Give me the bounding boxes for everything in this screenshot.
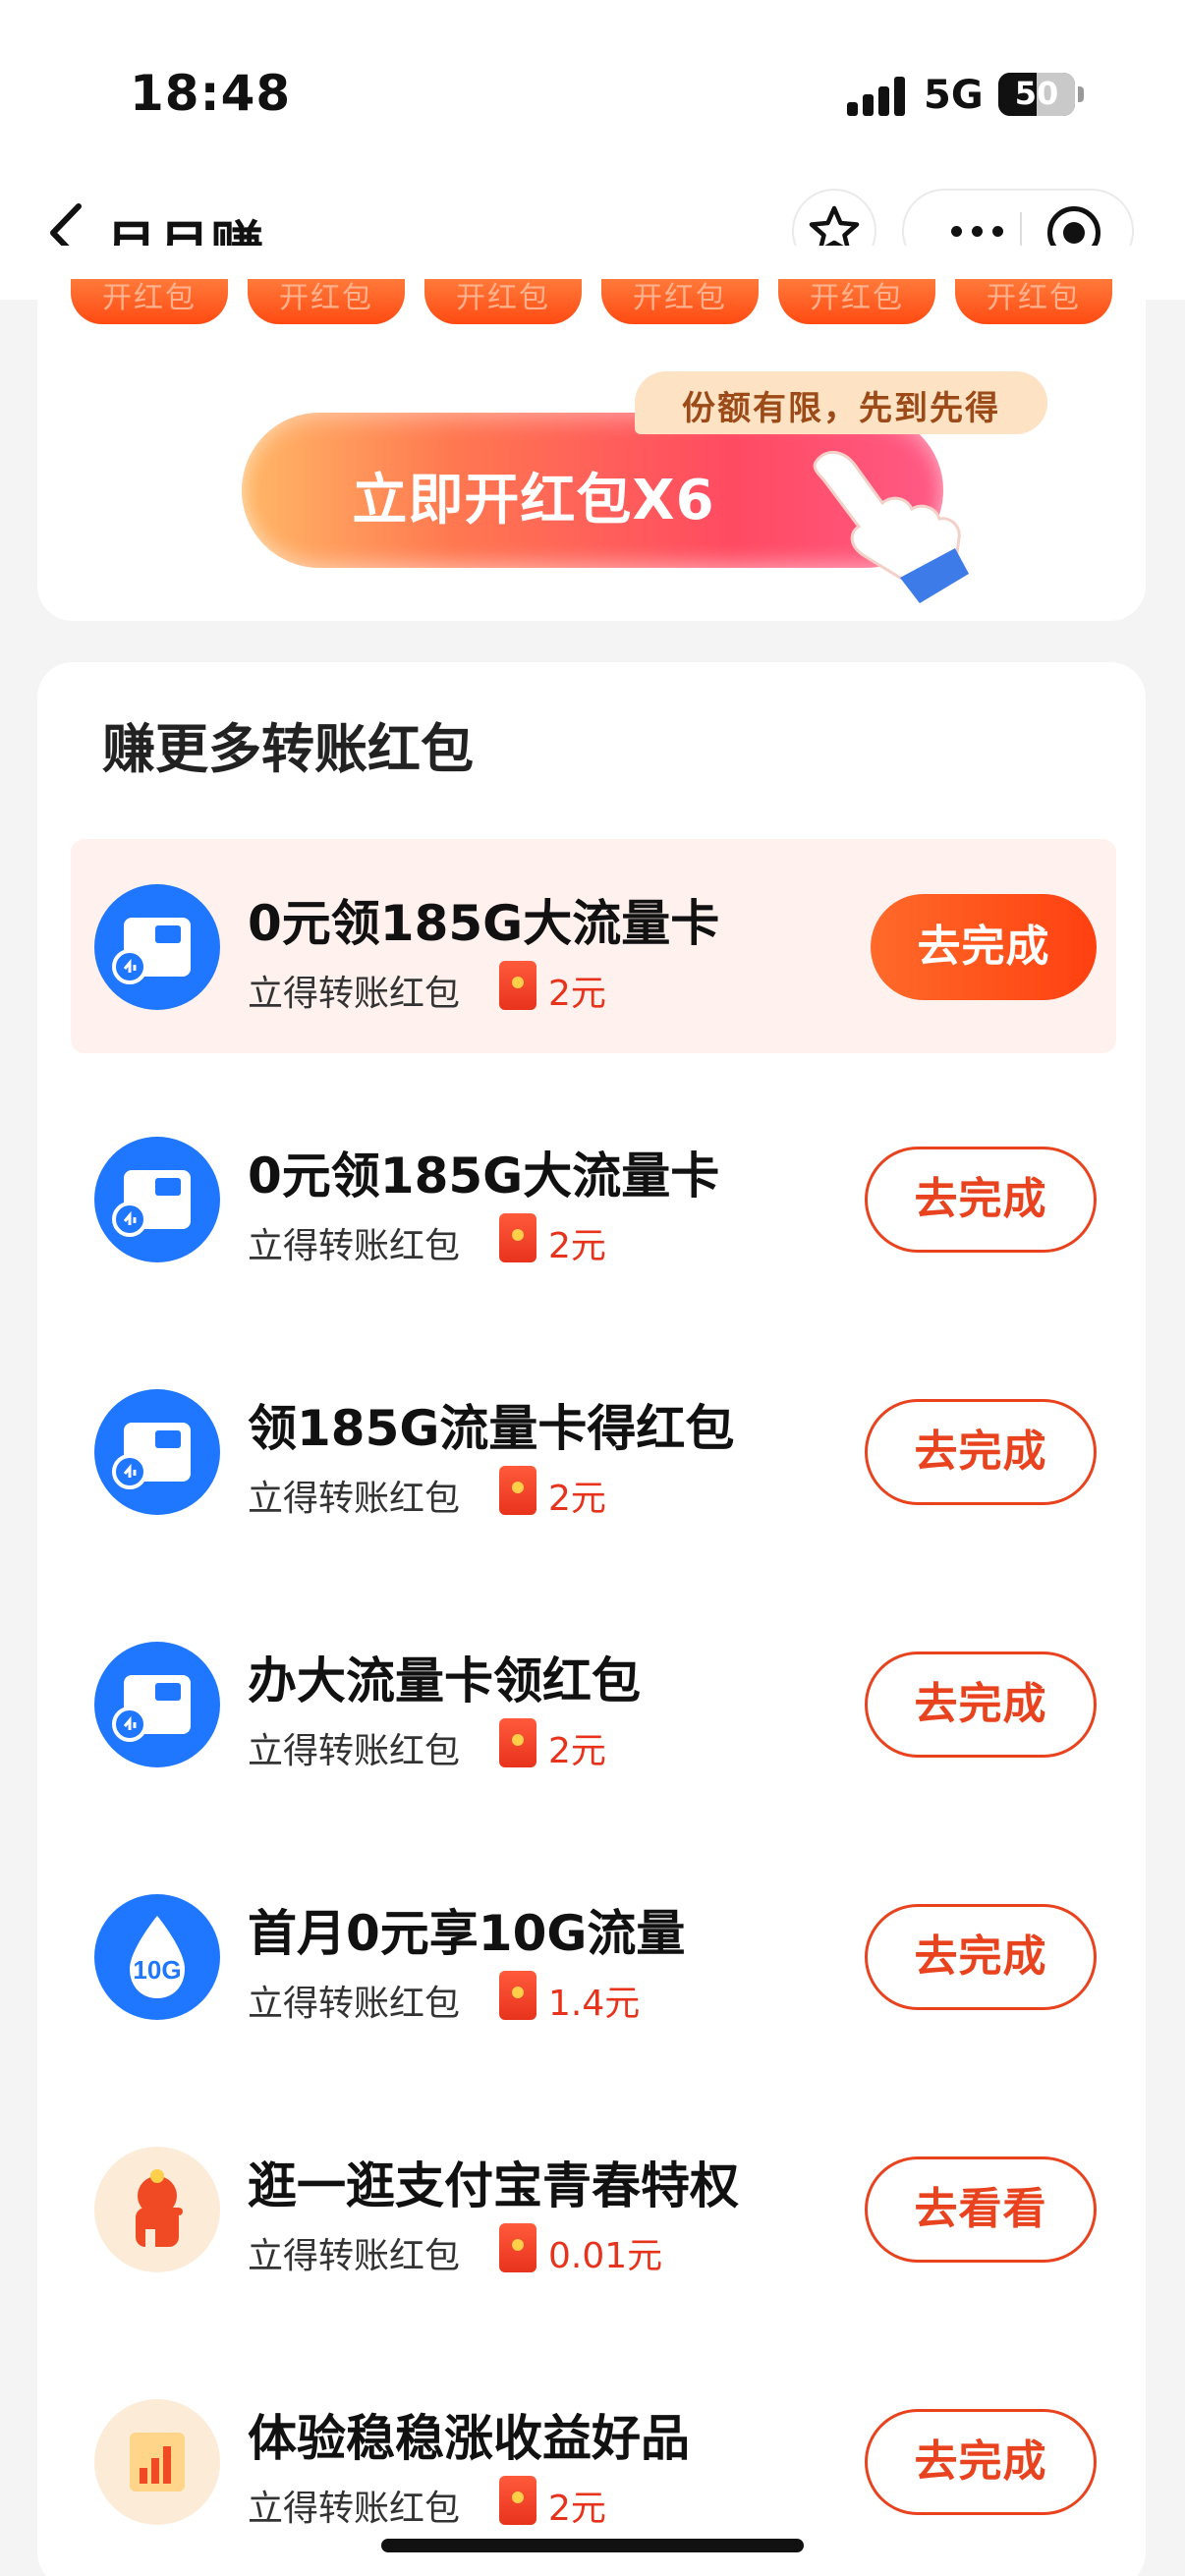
- sim-card-icon: [94, 1642, 220, 1767]
- task-reward: 2元: [548, 974, 606, 1014]
- network-type: 5G: [924, 73, 984, 118]
- data-drop-label: 10G: [133, 1955, 181, 1985]
- task-row: 逛一逛支付宝青春特权 立得转账红包 0.01元 去看看: [71, 2101, 1116, 2316]
- task-title: 0元领185G大流量卡: [248, 1148, 720, 1204]
- battery-cap: [1078, 86, 1084, 102]
- red-packet-pill[interactable]: 开红包: [955, 279, 1112, 324]
- task-subtitle: 立得转账红包: [248, 1479, 461, 1519]
- task-title: 体验稳稳涨收益好品: [248, 2410, 690, 2467]
- battery-level: 50: [1014, 75, 1059, 112]
- red-packet-pill[interactable]: 开红包: [248, 279, 405, 324]
- task-action-button[interactable]: 去完成: [865, 1652, 1097, 1758]
- task-reward: 1.4元: [548, 1984, 641, 2024]
- red-packet-pill[interactable]: 开红包: [71, 279, 228, 324]
- task-title: 办大流量卡领红包: [248, 1652, 641, 1709]
- task-title: 首月0元享10G流量: [248, 1905, 686, 1962]
- sim-card-icon: [94, 884, 220, 1010]
- red-envelope-icon: [499, 1213, 536, 1262]
- task-reward: 0.01元: [548, 2236, 663, 2276]
- red-envelope-icon: [499, 2223, 536, 2272]
- red-envelope-icon: [499, 1466, 536, 1515]
- red-envelope-icon: [499, 1718, 536, 1767]
- task-title: 逛一逛支付宝青春特权: [248, 2157, 739, 2214]
- signal-icon: [847, 77, 906, 116]
- red-envelope-icon: [499, 1971, 536, 2020]
- task-action-button[interactable]: 去完成: [865, 1904, 1097, 2010]
- open-button-label: 立即开红包X6: [352, 469, 715, 532]
- battery-icon: 50: [998, 73, 1075, 116]
- mascot-icon: [94, 2147, 220, 2272]
- growth-chart-icon: [94, 2399, 220, 2525]
- sim-card-icon: [94, 1389, 220, 1515]
- status-bar: 18:48 5G 50: [0, 0, 1185, 167]
- sim-card-icon: [94, 1137, 220, 1262]
- task-subtitle: 立得转账红包: [248, 2489, 461, 2529]
- section-title: 赚更多转账红包: [102, 718, 474, 780]
- task-action-button[interactable]: 去完成: [865, 1399, 1097, 1505]
- home-indicator[interactable]: [381, 2539, 804, 2552]
- task-subtitle: 立得转账红包: [248, 1731, 461, 1771]
- task-row: 体验稳稳涨收益好品 立得转账红包 2元 去完成: [71, 2354, 1116, 2568]
- red-packet-pill[interactable]: 开红包: [778, 279, 935, 324]
- task-row: 10G 首月0元享10G流量 立得转账红包 1.4元 去完成: [71, 1849, 1116, 2063]
- task-reward: 2元: [548, 2489, 606, 2529]
- task-subtitle: 立得转账红包: [248, 1984, 461, 2024]
- red-packet-pill[interactable]: 开红包: [601, 279, 759, 324]
- task-row: 0元领185G大流量卡 立得转账红包 2元 去完成: [71, 839, 1116, 1053]
- red-packet-pill[interactable]: 开红包: [424, 279, 582, 324]
- data-drop-icon: 10G: [94, 1894, 220, 2020]
- red-envelope-icon: [499, 2476, 536, 2525]
- task-action-button[interactable]: 去完成: [871, 894, 1097, 1000]
- tip-text: 份额有限，先到先得: [682, 389, 1000, 428]
- red-envelope-icon: [499, 961, 536, 1010]
- task-reward: 2元: [548, 1226, 606, 1266]
- task-subtitle: 立得转账红包: [248, 974, 461, 1014]
- task-action-button[interactable]: 去看看: [865, 2156, 1097, 2263]
- task-reward: 2元: [548, 1731, 606, 1771]
- task-row: 0元领185G大流量卡 立得转账红包 2元 去完成: [71, 1092, 1116, 1306]
- task-subtitle: 立得转账红包: [248, 1226, 461, 1266]
- more-dots-icon: [950, 225, 962, 237]
- status-time: 18:48: [130, 65, 292, 122]
- task-reward: 2元: [548, 1479, 606, 1519]
- tasks-card: 赚更多转账红包 0元领185G大流量卡 立得转账红包 2元 去完成 0元领185…: [37, 662, 1146, 2576]
- task-title: 领185G流量卡得红包: [248, 1400, 735, 1457]
- task-title: 0元领185G大流量卡: [248, 895, 720, 952]
- limited-quota-tip: 份额有限，先到先得: [635, 371, 1047, 434]
- task-row: 办大流量卡领红包 立得转账红包 2元 去完成: [71, 1596, 1116, 1811]
- task-action-button[interactable]: 去完成: [865, 1147, 1097, 1253]
- task-subtitle: 立得转账红包: [248, 2236, 461, 2276]
- task-action-button[interactable]: 去完成: [865, 2409, 1097, 2515]
- pointing-hand-icon: [813, 451, 969, 603]
- task-row: 领185G流量卡得红包 立得转账红包 2元 去完成: [71, 1344, 1116, 1558]
- page: 18:48 5G 50 月月赚 开红包 开红包 开红包: [0, 0, 1185, 2576]
